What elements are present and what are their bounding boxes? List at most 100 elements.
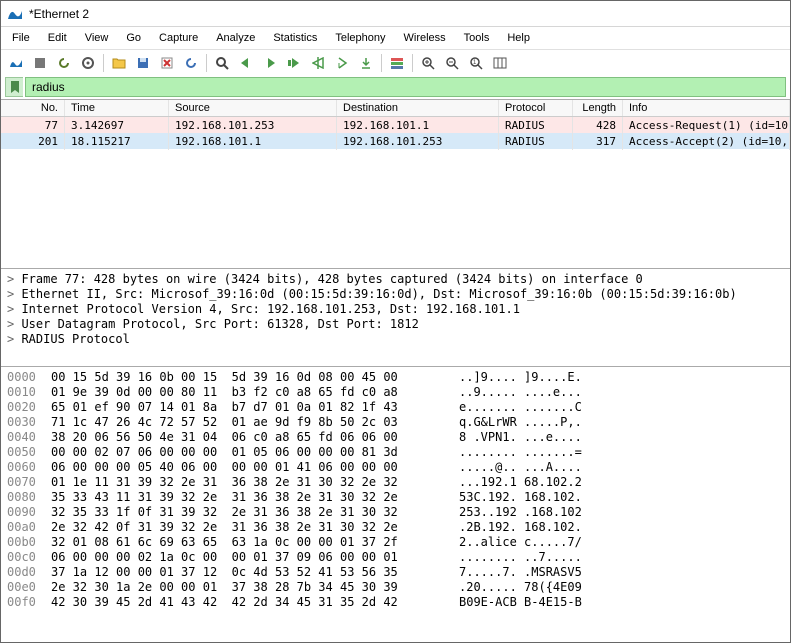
- menu-view[interactable]: View: [77, 30, 117, 46]
- hex-bytes: 06 00 00 00 02 1a 0c 00 00 01 37 09 06 0…: [51, 550, 459, 565]
- hex-offset: 0080: [7, 490, 51, 505]
- menu-telephony[interactable]: Telephony: [327, 30, 393, 46]
- hex-offset: 0090: [7, 505, 51, 520]
- hex-offset: 00f0: [7, 595, 51, 610]
- hex-bytes: 42 30 39 45 2d 41 43 42 42 2d 34 45 31 3…: [51, 595, 459, 610]
- hex-row[interactable]: 00b032 01 08 61 6c 69 63 65 63 1a 0c 00 …: [7, 535, 784, 550]
- menu-wireless[interactable]: Wireless: [396, 30, 454, 46]
- hex-bytes: 32 35 33 1f 0f 31 39 32 2e 31 36 38 2e 3…: [51, 505, 459, 520]
- packet-bytes-pane[interactable]: 000000 15 5d 39 16 0b 00 15 5d 39 16 0d …: [1, 367, 790, 642]
- column-header-info[interactable]: Info: [623, 100, 790, 116]
- cell-dst: 192.168.101.253: [337, 133, 499, 150]
- find-packet-icon[interactable]: [211, 52, 233, 74]
- menu-tools[interactable]: Tools: [456, 30, 498, 46]
- close-file-icon[interactable]: [156, 52, 178, 74]
- hex-ascii: ..9..... ....e...: [459, 385, 582, 400]
- hex-row[interactable]: 005000 00 02 07 06 00 00 00 01 05 06 00 …: [7, 445, 784, 460]
- menu-statistics[interactable]: Statistics: [265, 30, 325, 46]
- column-header-time[interactable]: Time: [65, 100, 169, 116]
- menu-analyze[interactable]: Analyze: [208, 30, 263, 46]
- hex-row[interactable]: 004038 20 06 56 50 4e 31 04 06 c0 a8 65 …: [7, 430, 784, 445]
- go-first-icon[interactable]: [307, 52, 329, 74]
- title-bar: *Ethernet 2: [1, 1, 790, 27]
- hex-row[interactable]: 007001 1e 11 31 39 32 2e 31 36 38 2e 31 …: [7, 475, 784, 490]
- filter-bookmark-icon[interactable]: [5, 77, 23, 97]
- zoom-out-icon[interactable]: [441, 52, 463, 74]
- zoom-reset-icon[interactable]: 1: [465, 52, 487, 74]
- details-line[interactable]: Internet Protocol Version 4, Src: 192.16…: [7, 302, 784, 317]
- hex-row[interactable]: 000000 15 5d 39 16 0b 00 15 5d 39 16 0d …: [7, 370, 784, 385]
- packet-list-body[interactable]: 77 3.142697 192.168.101.253 192.168.101.…: [1, 117, 790, 268]
- hex-bytes: 01 9e 39 0d 00 00 80 11 b3 f2 c0 a8 65 f…: [51, 385, 459, 400]
- cell-src: 192.168.101.253: [169, 117, 337, 134]
- colorize-icon[interactable]: [386, 52, 408, 74]
- hex-offset: 00b0: [7, 535, 51, 550]
- menu-go[interactable]: Go: [118, 30, 149, 46]
- menu-file[interactable]: File: [4, 30, 38, 46]
- hex-row[interactable]: 00c006 00 00 00 02 1a 0c 00 00 01 37 09 …: [7, 550, 784, 565]
- column-header-protocol[interactable]: Protocol: [499, 100, 573, 116]
- main-toolbar: 1: [1, 49, 790, 75]
- save-file-icon[interactable]: [132, 52, 154, 74]
- start-capture-icon[interactable]: [5, 52, 27, 74]
- menu-capture[interactable]: Capture: [151, 30, 206, 46]
- hex-ascii: 8 .VPN1. ...e....: [459, 430, 582, 445]
- stop-capture-icon[interactable]: [29, 52, 51, 74]
- restart-capture-icon[interactable]: [53, 52, 75, 74]
- packet-details-pane[interactable]: Frame 77: 428 bytes on wire (3424 bits),…: [1, 269, 790, 367]
- hex-offset: 00e0: [7, 580, 51, 595]
- go-to-packet-icon[interactable]: [283, 52, 305, 74]
- details-line[interactable]: Ethernet II, Src: Microsof_39:16:0d (00:…: [7, 287, 784, 302]
- hex-offset: 00d0: [7, 565, 51, 580]
- hex-row[interactable]: 00f042 30 39 45 2d 41 43 42 42 2d 34 45 …: [7, 595, 784, 610]
- capture-options-icon[interactable]: [77, 52, 99, 74]
- go-forward-icon[interactable]: [259, 52, 281, 74]
- go-last-icon[interactable]: [331, 52, 353, 74]
- hex-row[interactable]: 00e02e 32 30 1a 2e 00 00 01 37 38 28 7b …: [7, 580, 784, 595]
- hex-bytes: 65 01 ef 90 07 14 01 8a b7 d7 01 0a 01 8…: [51, 400, 459, 415]
- column-header-no[interactable]: No.: [1, 100, 65, 116]
- details-line[interactable]: Frame 77: 428 bytes on wire (3424 bits),…: [7, 272, 784, 287]
- hex-row[interactable]: 00a02e 32 42 0f 31 39 32 2e 31 36 38 2e …: [7, 520, 784, 535]
- zoom-in-icon[interactable]: [417, 52, 439, 74]
- hex-offset: 0030: [7, 415, 51, 430]
- hex-bytes: 71 1c 47 26 4c 72 57 52 01 ae 9d f9 8b 5…: [51, 415, 459, 430]
- menu-edit[interactable]: Edit: [40, 30, 75, 46]
- packet-list-header: No. Time Source Destination Protocol Len…: [1, 100, 790, 117]
- hex-row[interactable]: 008035 33 43 11 31 39 32 2e 31 36 38 2e …: [7, 490, 784, 505]
- hex-ascii: ........ .......=: [459, 445, 582, 460]
- reload-file-icon[interactable]: [180, 52, 202, 74]
- column-header-destination[interactable]: Destination: [337, 100, 499, 116]
- display-filter-bar: [1, 75, 790, 99]
- column-header-source[interactable]: Source: [169, 100, 337, 116]
- hex-bytes: 35 33 43 11 31 39 32 2e 31 36 38 2e 31 3…: [51, 490, 459, 505]
- resize-columns-icon[interactable]: [489, 52, 511, 74]
- toolbar-separator: [206, 54, 207, 72]
- hex-row[interactable]: 009032 35 33 1f 0f 31 39 32 2e 31 36 38 …: [7, 505, 784, 520]
- hex-bytes: 00 15 5d 39 16 0b 00 15 5d 39 16 0d 08 0…: [51, 370, 459, 385]
- menu-help[interactable]: Help: [499, 30, 538, 46]
- hex-row[interactable]: 002065 01 ef 90 07 14 01 8a b7 d7 01 0a …: [7, 400, 784, 415]
- go-back-icon[interactable]: [235, 52, 257, 74]
- hex-ascii: e....... .......C: [459, 400, 582, 415]
- details-line[interactable]: RADIUS Protocol: [7, 332, 784, 347]
- column-header-length[interactable]: Length: [573, 100, 623, 116]
- cell-proto: RADIUS: [499, 133, 573, 150]
- hex-bytes: 01 1e 11 31 39 32 2e 31 36 38 2e 31 30 3…: [51, 475, 459, 490]
- details-line[interactable]: User Datagram Protocol, Src Port: 61328,…: [7, 317, 784, 332]
- packet-row[interactable]: 77 3.142697 192.168.101.253 192.168.101.…: [1, 117, 790, 133]
- open-file-icon[interactable]: [108, 52, 130, 74]
- hex-offset: 0060: [7, 460, 51, 475]
- auto-scroll-icon[interactable]: [355, 52, 377, 74]
- cell-time: 18.115217: [65, 133, 169, 150]
- hex-row[interactable]: 006006 00 00 00 05 40 06 00 00 00 01 41 …: [7, 460, 784, 475]
- hex-row[interactable]: 003071 1c 47 26 4c 72 57 52 01 ae 9d f9 …: [7, 415, 784, 430]
- hex-bytes: 06 00 00 00 05 40 06 00 00 00 01 41 06 0…: [51, 460, 459, 475]
- packet-row[interactable]: 201 18.115217 192.168.101.1 192.168.101.…: [1, 133, 790, 149]
- hex-ascii: .20..... 78({4E09: [459, 580, 582, 595]
- hex-row[interactable]: 00d037 1a 12 00 00 01 37 12 0c 4d 53 52 …: [7, 565, 784, 580]
- hex-offset: 0000: [7, 370, 51, 385]
- display-filter-input[interactable]: [25, 77, 786, 97]
- hex-row[interactable]: 001001 9e 39 0d 00 00 80 11 b3 f2 c0 a8 …: [7, 385, 784, 400]
- hex-ascii: ........ ..7.....: [459, 550, 582, 565]
